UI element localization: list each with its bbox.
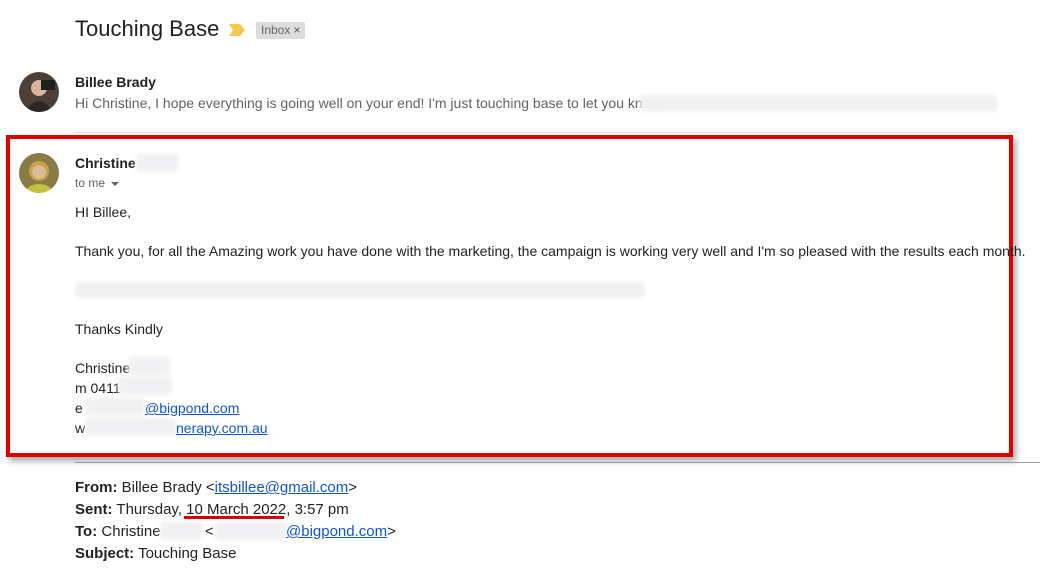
from-email-link[interactable]: itsbillee@gmail.com bbox=[215, 479, 349, 496]
signature-web-prefix: w bbox=[75, 420, 86, 436]
to-close: > bbox=[387, 523, 396, 540]
closing: Thanks Kindly bbox=[75, 321, 163, 337]
redacted-region bbox=[128, 357, 170, 375]
redacted-region bbox=[215, 522, 287, 540]
close-icon[interactable]: × bbox=[293, 23, 300, 37]
quoted-subject-line: Subject: Touching Base bbox=[75, 545, 237, 562]
to-name: Christine bbox=[101, 523, 161, 540]
signature-web-link[interactable]: nerapy.com.au bbox=[176, 420, 268, 436]
to-label: To: bbox=[75, 523, 98, 540]
signature-name: Christine bbox=[75, 360, 131, 376]
subject-label: Subject: bbox=[75, 545, 135, 562]
body-paragraph: Thank you, for all the Amazing work you … bbox=[75, 243, 1026, 259]
importance-marker-icon[interactable] bbox=[229, 24, 245, 36]
from-name: Billee Brady < bbox=[121, 479, 215, 496]
quoted-to-line: To: Christine bbox=[75, 523, 161, 540]
message-snippet[interactable]: Hi Christine, I hope everything is going… bbox=[75, 95, 661, 111]
signature-email-prefix: e bbox=[75, 400, 83, 416]
redacted-region bbox=[85, 418, 177, 435]
sent-day: Thursday, bbox=[116, 501, 187, 518]
inbox-label-chip[interactable]: Inbox × bbox=[256, 22, 306, 39]
to-me-label: to me bbox=[75, 176, 106, 190]
from-label: From: bbox=[75, 479, 118, 496]
to-open-bracket: < bbox=[205, 523, 214, 540]
divider bbox=[75, 132, 1020, 133]
redacted-region bbox=[118, 377, 172, 395]
subject-value: Touching Base bbox=[138, 545, 237, 562]
quote-divider bbox=[75, 462, 1040, 463]
redacted-region bbox=[75, 282, 645, 298]
quoted-from-line: From: Billee Brady <itsbillee@gmail.com> bbox=[75, 479, 357, 496]
chevron-down-icon[interactable] bbox=[111, 181, 120, 186]
recipients-toggle[interactable]: to me bbox=[75, 176, 120, 190]
to-email-link[interactable]: @bigpond.com bbox=[286, 523, 387, 540]
redacted-region bbox=[160, 522, 202, 540]
avatar bbox=[19, 72, 59, 112]
sent-label: Sent: bbox=[75, 501, 113, 518]
from-close: > bbox=[348, 479, 358, 496]
signature-email-link[interactable]: @bigpond.com bbox=[145, 400, 239, 416]
message-sender[interactable]: Christine bbox=[75, 155, 136, 171]
redacted-region bbox=[640, 95, 998, 111]
greeting: HI Billee, bbox=[75, 204, 132, 220]
date-highlight-underline bbox=[184, 516, 284, 519]
signature-mobile: m 0411 bbox=[75, 380, 121, 396]
avatar bbox=[19, 153, 59, 193]
message-sender[interactable]: Billee Brady bbox=[75, 74, 156, 90]
label-text: Inbox bbox=[261, 23, 291, 37]
redacted-region bbox=[85, 398, 145, 415]
redacted-region bbox=[136, 154, 178, 172]
thread-subject: Touching Base bbox=[75, 16, 220, 41]
sent-time: , 3:57 pm bbox=[286, 501, 349, 518]
to-email-line: @bigpond.com> bbox=[286, 523, 396, 540]
